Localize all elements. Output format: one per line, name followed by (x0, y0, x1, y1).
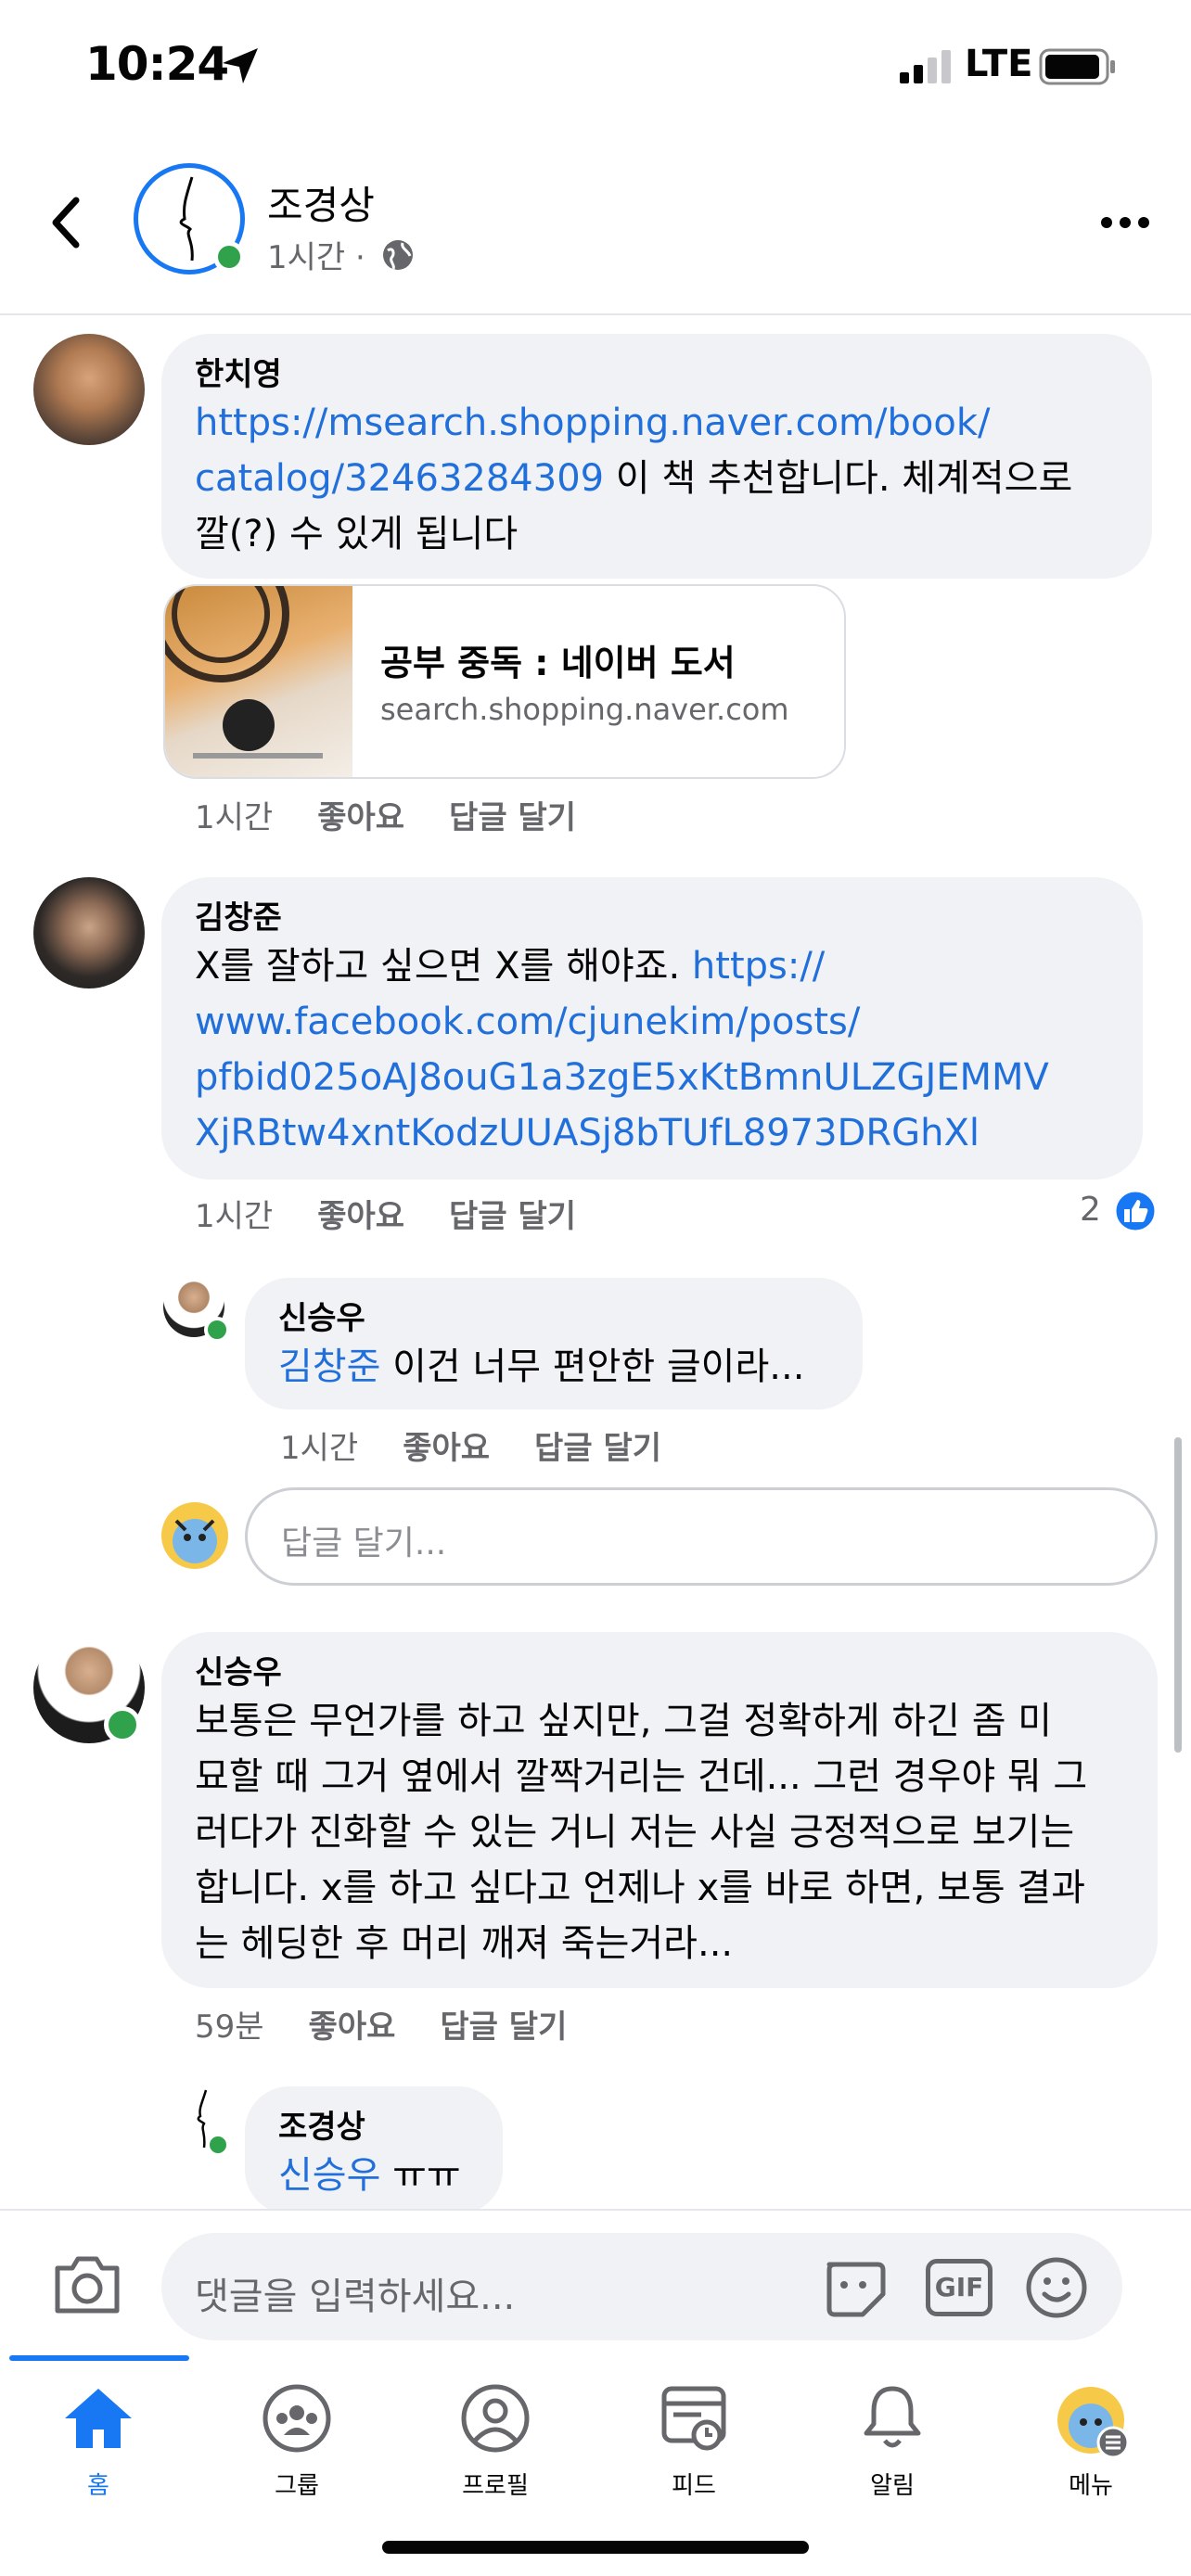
comment-link[interactable]: https://msearch.shopping.naver.com/book/ (195, 402, 990, 444)
reply-text: 신승우 ㅠㅠ (278, 2154, 461, 2197)
comment-input-box[interactable]: 댓글을 입력하세요... GIF (161, 2233, 1122, 2340)
mention-link[interactable]: 김창준 (278, 1345, 380, 1388)
bell-icon (864, 2386, 921, 2448)
comment-text: X를 잘하고 싶으면 X를 해야죠. https:// www.facebook… (195, 945, 1049, 1154)
comment-author[interactable]: 신승우 (195, 1652, 1124, 1693)
reply-button[interactable]: 답글 달기 (449, 1191, 576, 1236)
comment-time: 59분 (195, 2009, 264, 2046)
comment-author[interactable]: 한치영 (195, 354, 1119, 395)
like-button[interactable]: 좋아요 (309, 2001, 396, 2047)
profile-icon (461, 2384, 530, 2453)
status-bar: 10:24 LTE (0, 0, 1191, 139)
back-chevron-icon[interactable] (46, 195, 87, 250)
comment-bubble: 한치영 https://msearch.shopping.naver.com/b… (161, 334, 1152, 579)
comment-link[interactable]: XjRBtw4xntKodzUUASj8bTUfL8973DRGhXl (195, 1112, 980, 1154)
status-time: 10:24 (85, 37, 229, 91)
emoji-icon[interactable] (1024, 2255, 1089, 2320)
reply-actions: 1시간 좋아요 답글 달기 (280, 1422, 661, 1468)
tab-profile[interactable]: 프로필 (403, 2383, 588, 2501)
reply-text: 김창준 이건 너무 편안한 글이라... (278, 1345, 805, 1388)
like-button[interactable]: 좋아요 (317, 792, 404, 837)
comment-bubble: 김창준 X를 잘하고 싶으면 X를 해야죠. https:// www.face… (161, 877, 1143, 1180)
camera-icon[interactable] (52, 2251, 122, 2316)
reply-author[interactable]: 신승우 (278, 1298, 829, 1339)
globe-icon (383, 240, 413, 270)
commenter-avatar[interactable] (33, 877, 145, 988)
like-button[interactable]: 좋아요 (403, 1422, 490, 1468)
bottom-tab-bar: 홈 그룹 프로필 피드 알림 메뉴 (0, 2355, 1191, 2576)
home-icon (65, 2389, 132, 2448)
feeds-icon (661, 2386, 726, 2451)
comment-actions: 1시간 좋아요 답글 달기 (195, 1191, 576, 1236)
comment-composer: 댓글을 입력하세요... GIF (0, 2209, 1191, 2357)
location-arrow-icon (223, 48, 258, 83)
like-button[interactable]: 좋아요 (317, 1191, 404, 1236)
reaction-count[interactable]: 2 (1080, 1191, 1101, 1229)
link-preview-card[interactable]: 공부 중독 : 네이버 도서 search.shopping.naver.com (163, 584, 846, 779)
tab-home[interactable]: 홈 (6, 2383, 191, 2501)
like-reaction-icon[interactable] (1113, 1189, 1158, 1233)
tab-groups[interactable]: 그룹 (204, 2383, 390, 2501)
online-indicator (104, 1706, 141, 1743)
comment-actions: 1시간 좋아요 답글 달기 (195, 792, 576, 837)
preview-domain: search.shopping.naver.com (380, 692, 789, 727)
online-indicator (206, 2133, 230, 2157)
comment-text: 보통은 무언가를 하고 싶지만, 그걸 정확하게 하긴 좀 미 묘할 때 그거 … (195, 1700, 1088, 1965)
comment-bubble: 신승우 보통은 무언가를 하고 싶지만, 그걸 정확하게 하긴 좀 미 묘할 때… (161, 1632, 1158, 1988)
groups-icon (263, 2384, 331, 2453)
comment-time: 1시간 (195, 1198, 274, 1235)
online-indicator (204, 1317, 230, 1343)
signal-icon (900, 50, 951, 83)
tab-menu[interactable]: 메뉴 (998, 2383, 1184, 2501)
reply-author[interactable]: 조경상 (278, 2107, 469, 2148)
post-header: 조경상 1시간 · (0, 139, 1191, 315)
comment-link[interactable]: catalog/32463284309 (195, 457, 604, 500)
reply-button[interactable]: 답글 달기 (534, 1422, 661, 1468)
reply-time: 1시간 (280, 1430, 359, 1467)
mention-link[interactable]: 신승우 (278, 2154, 380, 2197)
reply-button[interactable]: 답글 달기 (440, 2001, 567, 2047)
active-tab-indicator (9, 2355, 189, 2361)
comment-link[interactable]: https:// (692, 945, 825, 988)
reply-bubble: 신승우 김창준 이건 너무 편안한 글이라... (245, 1278, 863, 1409)
comment-author[interactable]: 김창준 (195, 898, 1109, 938)
sticker-icon[interactable] (820, 2257, 887, 2318)
network-type: LTE (965, 43, 1033, 85)
tab-feeds[interactable]: 피드 (601, 2383, 787, 2501)
more-options-icon[interactable] (1100, 213, 1150, 232)
gif-button[interactable]: GIF (926, 2259, 992, 2316)
tab-notifications[interactable]: 알림 (800, 2383, 985, 2501)
comment-link[interactable]: pfbid025oAJ8ouG1a3zgE5xKtBmnULZGJEMMV (195, 1056, 1049, 1099)
comment-link[interactable]: www.facebook.com/cjunekim/posts/ (195, 1001, 860, 1043)
reply-input[interactable]: 답글 달기... (245, 1487, 1158, 1586)
post-time: 1시간 · (267, 239, 365, 276)
scrollbar[interactable] (1174, 1437, 1182, 1753)
comment-input[interactable]: 댓글을 입력하세요... (195, 2266, 515, 2320)
book-cover-image (165, 586, 352, 777)
reply-bubble: 조경상 신승우 ㅠㅠ (245, 2086, 503, 2214)
comment-text: https://msearch.shopping.naver.com/book/… (195, 402, 1073, 555)
home-indicator (382, 2541, 809, 2554)
comment-time: 1시간 (195, 799, 274, 836)
my-avatar (161, 1502, 228, 1569)
battery-icon (1039, 48, 1115, 85)
preview-title: 공부 중독 : 네이버 도서 (380, 643, 736, 683)
reply-button[interactable]: 답글 달기 (449, 792, 576, 837)
comment-actions: 59분 좋아요 답글 달기 (195, 2001, 567, 2047)
author-name[interactable]: 조경상 (267, 174, 375, 231)
menu-avatar-icon (1057, 2387, 1130, 2459)
commenter-avatar[interactable] (33, 334, 145, 445)
online-indicator (213, 241, 245, 273)
